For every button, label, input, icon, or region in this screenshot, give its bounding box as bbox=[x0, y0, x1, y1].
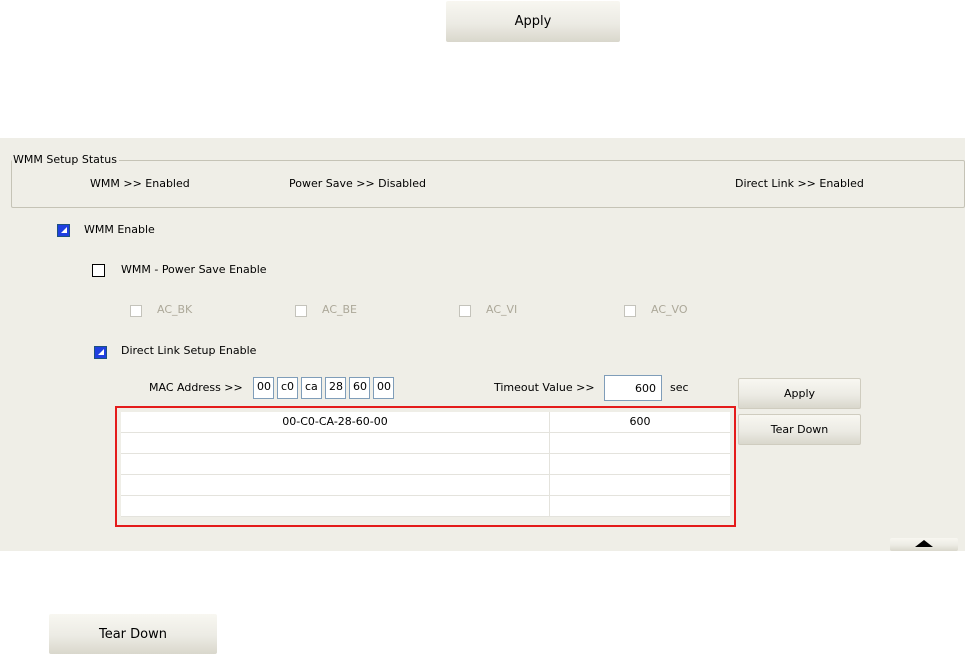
up-triangle-icon bbox=[915, 540, 933, 547]
mac-cell bbox=[121, 475, 550, 495]
power-save-enable-label: WMM - Power Save Enable bbox=[121, 263, 267, 276]
ac-bk-checkbox[interactable] bbox=[130, 305, 142, 317]
mac-octet-2-input[interactable]: c0 bbox=[277, 377, 298, 399]
direct-link-teardown-label: Tear Down bbox=[770, 423, 829, 436]
timeout-cell bbox=[550, 496, 730, 516]
ac-be-checkbox[interactable] bbox=[295, 305, 307, 317]
wmm-enable-label: WMM Enable bbox=[84, 223, 155, 236]
table-row[interactable]: 00-C0-CA-28-60-00 600 bbox=[121, 412, 730, 433]
mac-octet-6-input[interactable]: 00 bbox=[373, 377, 394, 399]
mac-octet-1-input[interactable]: 00 bbox=[253, 377, 274, 399]
table-row[interactable] bbox=[121, 454, 730, 475]
direct-link-status-text: Direct Link >> Enabled bbox=[735, 177, 864, 190]
mac-cell bbox=[121, 454, 550, 474]
ac-vo-label: AC_VO bbox=[651, 303, 688, 316]
collapse-button[interactable] bbox=[890, 538, 958, 551]
direct-link-apply-button[interactable]: Apply bbox=[738, 378, 861, 409]
mac-octet-5-input[interactable]: 60 bbox=[349, 377, 370, 399]
ac-vo-checkbox[interactable] bbox=[624, 305, 636, 317]
ac-be-label: AC_BE bbox=[322, 303, 358, 316]
wmm-setup-status-title: WMM Setup Status bbox=[12, 153, 119, 167]
timeout-cell bbox=[550, 475, 730, 495]
timeout-label: Timeout Value >> bbox=[494, 381, 595, 394]
timeout-cell bbox=[550, 433, 730, 453]
timeout-unit-label: sec bbox=[670, 381, 689, 394]
wmm-enable-checkbox[interactable] bbox=[57, 224, 70, 237]
direct-link-enable-checkbox[interactable] bbox=[94, 346, 107, 359]
timeout-cell: 600 bbox=[629, 415, 651, 428]
teardown-button-bottom-label: Tear Down bbox=[98, 626, 167, 642]
direct-link-list[interactable]: 00-C0-CA-28-60-00 600 bbox=[121, 412, 730, 517]
direct-link-teardown-button[interactable]: Tear Down bbox=[738, 414, 861, 445]
table-row[interactable] bbox=[121, 433, 730, 454]
apply-button-top-label: Apply bbox=[514, 14, 552, 29]
direct-link-enable-label: Direct Link Setup Enable bbox=[121, 344, 257, 357]
timeout-cell bbox=[550, 454, 730, 474]
apply-button-top[interactable]: Apply bbox=[446, 1, 620, 42]
ac-bk-label: AC_BK bbox=[157, 303, 193, 316]
mac-cell bbox=[121, 433, 550, 453]
direct-link-apply-label: Apply bbox=[783, 387, 816, 400]
mac-octet-3-input[interactable]: ca bbox=[301, 377, 322, 399]
table-row[interactable] bbox=[121, 475, 730, 496]
mac-address-label: MAC Address >> bbox=[149, 381, 243, 394]
mac-cell: 00-C0-CA-28-60-00 bbox=[121, 412, 550, 432]
direct-link-list-highlight: 00-C0-CA-28-60-00 600 bbox=[115, 406, 736, 527]
mac-octet-4-input[interactable]: 28 bbox=[325, 377, 346, 399]
ac-vi-checkbox[interactable] bbox=[459, 305, 471, 317]
wmm-status-text: WMM >> Enabled bbox=[90, 177, 190, 190]
power-save-enable-checkbox[interactable] bbox=[92, 264, 105, 277]
ac-vi-label: AC_VI bbox=[486, 303, 518, 316]
power-save-status-text: Power Save >> Disabled bbox=[289, 177, 426, 190]
wmm-setup-status-group: WMM Setup Status WMM >> Enabled Power Sa… bbox=[11, 153, 965, 208]
teardown-button-bottom[interactable]: Tear Down bbox=[49, 614, 217, 654]
table-row[interactable] bbox=[121, 496, 730, 517]
mac-cell bbox=[121, 496, 550, 516]
timeout-value-input[interactable]: 600 bbox=[604, 375, 662, 401]
